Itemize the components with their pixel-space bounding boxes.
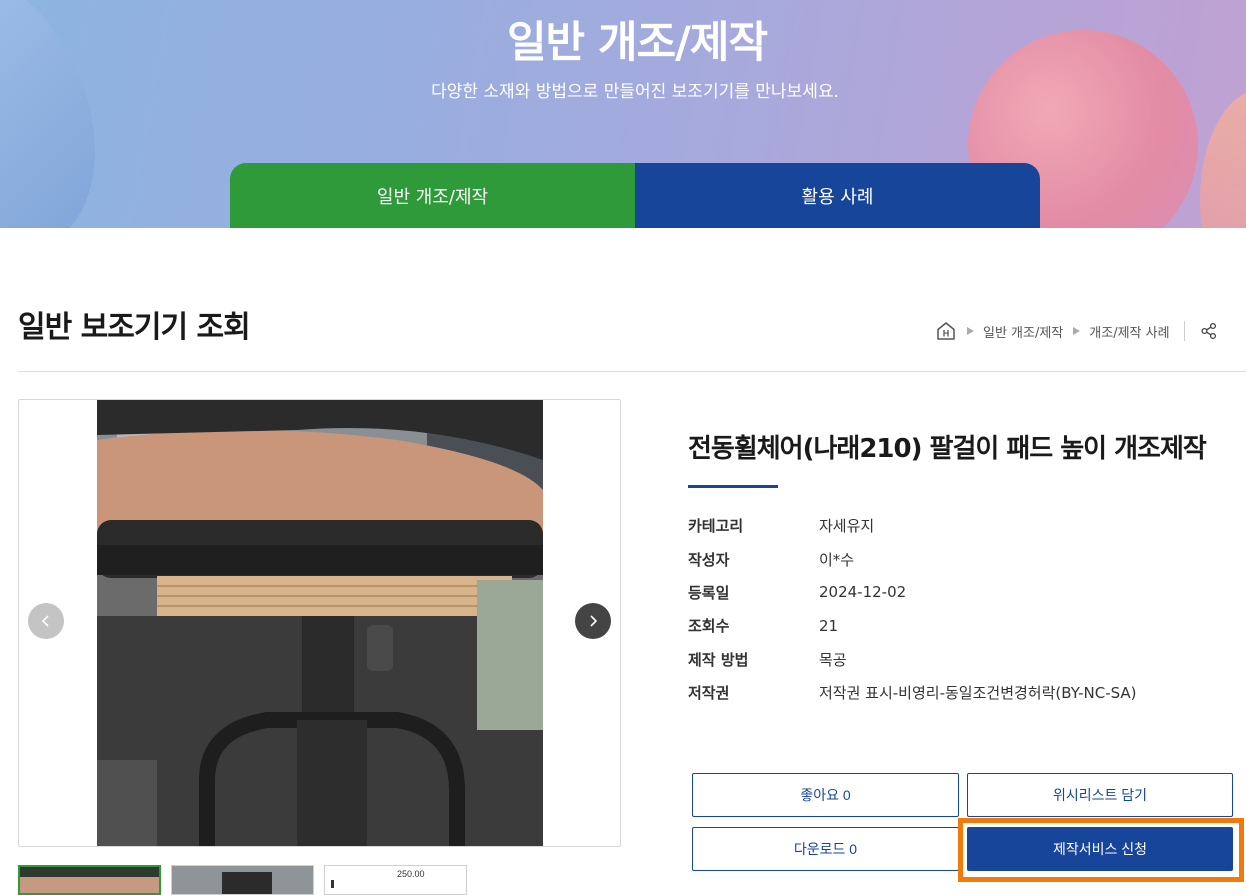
divider xyxy=(18,371,1246,372)
gallery-next-button[interactable] xyxy=(575,603,611,639)
meta-label: 작성자 xyxy=(688,550,730,569)
meta-value: 21 xyxy=(819,616,839,635)
meta-label: 카테고리 xyxy=(688,517,744,536)
title-underline xyxy=(688,485,778,488)
thumbnail[interactable] xyxy=(18,865,161,895)
tab-use-cases[interactable]: 활용 사례 xyxy=(635,163,1040,228)
meta-value: 저작권 표시-비영리-동일조건변경허락(BY-NC-SA) xyxy=(819,684,1137,703)
breadcrumb-item[interactable]: 일반 개조/제작 xyxy=(983,322,1063,341)
thumbnail[interactable]: 250.00 xyxy=(324,865,467,895)
meta-row-date: 등록일 2024-12-02 xyxy=(688,576,1137,609)
hero-title: 일반 개조/제작 xyxy=(506,18,768,68)
svg-text:H: H xyxy=(943,329,950,339)
meta-row-author: 작성자 이*수 xyxy=(688,542,1137,575)
breadcrumb: H 일반 개조/제작 개조/제작 사례 xyxy=(935,318,1219,344)
chevron-right-icon xyxy=(590,615,598,627)
meta-row-method: 제작 방법 목공 xyxy=(688,643,1137,676)
tab-general-modification[interactable]: 일반 개조/제작 xyxy=(230,163,635,228)
meta-value: 목공 xyxy=(819,650,847,669)
breadcrumb-separator-icon xyxy=(967,327,974,335)
download-button[interactable]: 다운로드 0 xyxy=(692,827,959,871)
meta-value: 이*수 xyxy=(819,550,855,569)
thumbnail-caption: 250.00 xyxy=(397,869,425,879)
hero-subtitle: 다양한 소재와 방법으로 만들어진 보조기기를 만나보세요. xyxy=(431,82,839,102)
meta-label: 제작 방법 xyxy=(688,650,749,669)
divider xyxy=(1183,321,1185,341)
meta-row-copyright: 저작권 저작권 표시-비영리-동일조건변경허락(BY-NC-SA) xyxy=(688,676,1137,709)
meta-value: 자세유지 xyxy=(819,517,875,536)
decorative-blob xyxy=(1200,90,1246,228)
gallery-prev-button[interactable] xyxy=(28,603,64,639)
meta-value: 2024-12-02 xyxy=(819,583,907,602)
meta-label: 조회수 xyxy=(688,617,730,636)
meta-label: 등록일 xyxy=(688,583,730,602)
apply-fabrication-service-button[interactable]: 제작서비스 신청 xyxy=(967,827,1233,871)
thumbnail[interactable] xyxy=(171,865,314,895)
thumbnail-strip: 250.00 xyxy=(18,865,467,895)
home-icon[interactable]: H xyxy=(935,320,957,342)
breadcrumb-item[interactable]: 개조/제작 사례 xyxy=(1089,322,1169,341)
chevron-left-icon xyxy=(41,615,49,627)
meta-row-category: 카테고리 자세유지 xyxy=(688,509,1137,542)
page-title: 일반 보조기기 조회 xyxy=(18,310,251,345)
post-title: 전동휠체어(나래210) 팔걸이 패드 높이 개조제작 xyxy=(688,434,1207,464)
breadcrumb-separator-icon xyxy=(1073,327,1081,335)
post-meta: 카테고리 자세유지 작성자 이*수 등록일 2024-12-02 조회수 21 … xyxy=(688,509,1137,709)
image-gallery xyxy=(18,399,621,847)
product-photo xyxy=(97,400,543,846)
share-icon[interactable] xyxy=(1199,321,1219,341)
meta-row-views: 조회수 21 xyxy=(688,609,1137,642)
meta-label: 저작권 xyxy=(688,684,730,703)
hero-banner: 일반 개조/제작 다양한 소재와 방법으로 만들어진 보조기기를 만나보세요. … xyxy=(0,0,1246,228)
like-button[interactable]: 좋아요 0 xyxy=(692,773,959,817)
add-to-wishlist-button[interactable]: 위시리스트 담기 xyxy=(967,773,1233,817)
